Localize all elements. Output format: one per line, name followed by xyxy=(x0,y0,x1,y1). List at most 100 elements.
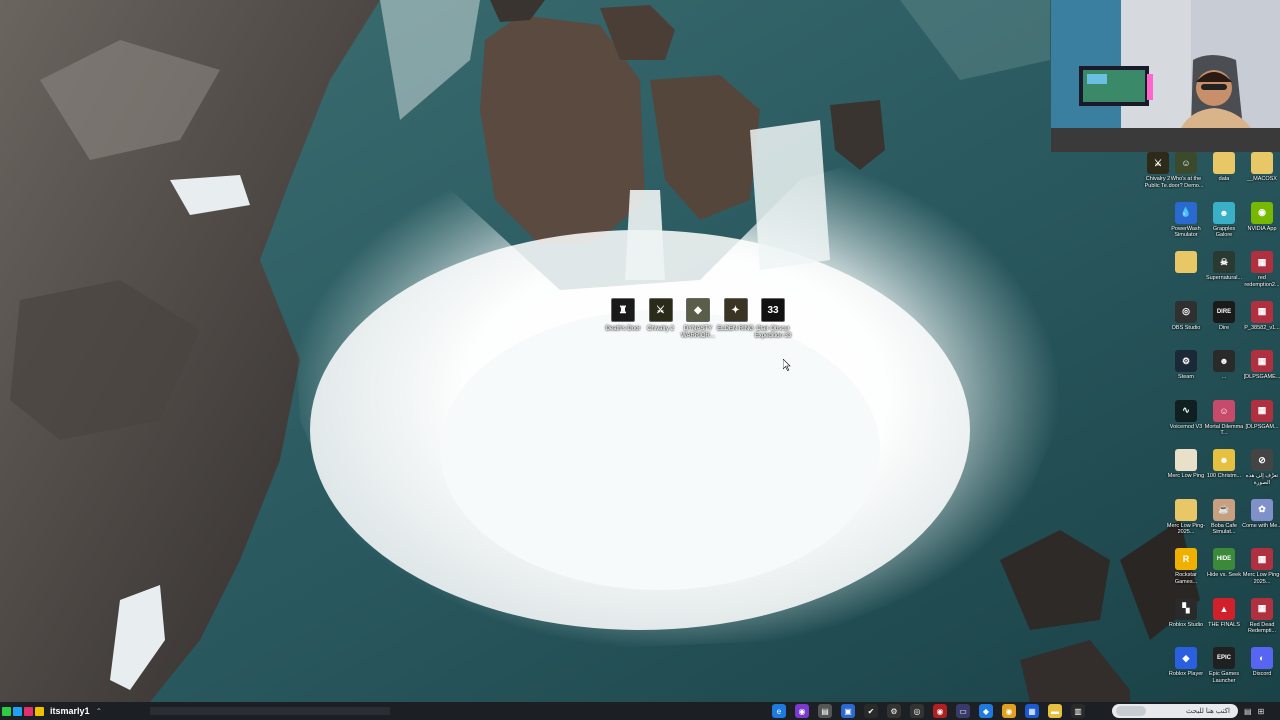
app-icon xyxy=(1213,152,1235,174)
app-icon: ▲ xyxy=(1213,597,1235,620)
desktop-icon[interactable] xyxy=(1166,251,1206,288)
app-icon: ⚔ xyxy=(648,298,673,322)
app-icon: ◎ xyxy=(1175,300,1197,323)
desktop-icon[interactable]: 💧 PowerWash Simulator xyxy=(1166,201,1206,239)
desktop-icon[interactable]: ☺ Who's at the door? Demo... xyxy=(1166,152,1206,189)
folder-icon[interactable]: ▬ xyxy=(1048,704,1062,718)
app-icon: ☻ xyxy=(1213,449,1235,471)
desktop-icon-label: DYNASTY WARRIOR... xyxy=(681,326,715,339)
desktop-icon[interactable]: ⚙ Steam xyxy=(1166,350,1206,387)
desktop-icon-label xyxy=(1166,275,1206,288)
desktop-icon[interactable]: ▦ P_38582_v1... xyxy=(1242,300,1280,338)
logo-blue-icon xyxy=(13,706,22,716)
taskbar-pinned-apps: e ◉ ▤ ▣ ✔ ⚙ ◎ ◉ ▭ ◆ ◉ ▦ ▬ ▥ xyxy=(772,704,1085,718)
desktop-icon[interactable]: DIRE Dire xyxy=(1204,300,1244,338)
app-icon: ✦ xyxy=(723,298,748,322)
desktop-icon[interactable]: 33 Clair Obscur Expedition 33 xyxy=(754,298,792,340)
app-icon-2[interactable]: ◉ xyxy=(795,704,809,718)
app-icon xyxy=(1175,498,1197,521)
desktop-icon[interactable]: EPIC Epic Games Launcher xyxy=(1204,647,1244,684)
system-tray[interactable]: ▤ ⊞ xyxy=(1244,705,1274,717)
app-icon: ⚙ xyxy=(1175,350,1197,372)
app-icon-4[interactable]: ▣ xyxy=(841,704,855,718)
app-icon: DIRE xyxy=(1213,300,1235,323)
app-icon-3[interactable]: ▤ xyxy=(818,704,832,718)
taskbar-blank-area xyxy=(150,707,390,715)
app-icon xyxy=(1175,449,1197,471)
desktop-icon-label: Boba Cafe Simulat... xyxy=(1211,522,1237,536)
desktop-icon[interactable]: ∿ Voicemod V3 xyxy=(1166,399,1206,437)
desktop-icon-label: Grapples Galore xyxy=(1212,225,1236,239)
desktop-icon[interactable]: ◎ OBS Studio xyxy=(1166,300,1206,338)
desktop-icon[interactable]: ☕ Boba Cafe Simulat... xyxy=(1204,498,1244,536)
desktop-icon[interactable]: ▦ red redemption2... xyxy=(1242,251,1280,288)
chrome-icon[interactable]: ◉ xyxy=(1002,704,1016,718)
desktop-icon-label: P_38582_v1... xyxy=(1244,324,1280,331)
desktop-icon[interactable]: ◆ Roblox Player xyxy=(1166,647,1206,684)
app-icon: ◉ xyxy=(1251,201,1273,224)
desktop-icon-label: Epic Games Launcher xyxy=(1209,671,1239,684)
desktop-icon-label: NVIDIA App xyxy=(1247,225,1277,232)
desktop-icon[interactable]: ▦ Red Dead Redempti... xyxy=(1242,597,1280,635)
app-icon: ∿ xyxy=(1175,399,1197,422)
desktop-icon[interactable]: ▚ Roblox Studio xyxy=(1166,597,1206,635)
app-icon: ▚ xyxy=(1175,597,1197,620)
desktop-icon[interactable]: Merc Low Ping-2025... xyxy=(1166,498,1206,536)
app-icon-10[interactable]: ◆ xyxy=(979,704,993,718)
streamer-overlay-tag: itsmarly1 ⌃ xyxy=(2,702,102,720)
desktop-icon[interactable]: ✦ ELDEN RING xyxy=(717,298,755,333)
desktop-icon[interactable]: ☠ Supernatural... xyxy=(1204,251,1244,288)
app-icon-9[interactable]: ▭ xyxy=(956,704,970,718)
app-icon: ☻ xyxy=(1213,350,1235,372)
desktop-icon[interactable]: ◆ DYNASTY WARRIOR... xyxy=(679,298,717,340)
desktop-icon-label: Mortal Dilemma T... xyxy=(1204,423,1244,437)
desktop-icon[interactable]: ☻ Grapples Galore xyxy=(1204,201,1244,239)
app-icon: R xyxy=(1175,548,1197,570)
app-icon-7[interactable]: ◎ xyxy=(910,704,924,718)
app-icon-12[interactable]: ▦ xyxy=(1025,704,1039,718)
app-icon: ☕ xyxy=(1213,498,1235,521)
desktop-icon[interactable]: ♜ Death's Door xyxy=(604,298,642,333)
settings-icon[interactable]: ⚙ xyxy=(887,704,901,718)
app-icon: ▦ xyxy=(1251,300,1273,323)
desktop-icon[interactable]: ▦ Merc Low Ping-2025... xyxy=(1242,548,1280,585)
desktop-icon-label: Roblox Player xyxy=(1168,671,1204,677)
notification-icon[interactable]: ▤ xyxy=(1244,707,1252,716)
desktop-icon[interactable]: ☻... xyxy=(1204,350,1244,387)
desktop-icon[interactable]: HIDE Hide vs. Seek xyxy=(1204,548,1244,585)
desktop-icon-label: red redemption2... xyxy=(1244,275,1280,288)
logo-yellow-icon xyxy=(35,706,44,716)
desktop-icon-label: ... xyxy=(1221,374,1227,380)
search-placeholder: اكتب هنا للبحث xyxy=(1185,708,1230,715)
desktop-icon[interactable]: ▲ THE FINALS xyxy=(1204,597,1244,635)
windows-start-icon[interactable]: ⊞ xyxy=(1258,707,1265,716)
desktop-icon-label: Death's Door xyxy=(605,326,641,332)
desktop-icon[interactable]: __MACOSX xyxy=(1242,152,1280,189)
app-icon: ☺ xyxy=(1175,152,1197,174)
desktop-icon[interactable]: ▦ [DLPSGAME... xyxy=(1242,350,1280,387)
app-icon: 💧 xyxy=(1175,201,1197,224)
chevron-up-icon[interactable]: ⌃ xyxy=(96,707,103,716)
desktop-icon[interactable]: ✿ Come with Me... xyxy=(1242,498,1280,536)
app-icon-5[interactable]: ✔ xyxy=(864,704,878,718)
desktop-icon-label: Discord xyxy=(1252,671,1272,677)
taskbar: itsmarly1 ⌃ e ◉ ▤ ▣ ✔ ⚙ ◎ ◉ ▭ ◆ ◉ ▦ ▬ ▥ اكتب هنا للبح… xyxy=(0,702,1280,720)
desktop-icon[interactable]: Merc Low Ping xyxy=(1166,449,1206,486)
desktop-icon-label: Steam xyxy=(1178,374,1194,380)
edge-icon[interactable]: e xyxy=(772,704,786,718)
desktop-icon[interactable]: ⊘ تعرّف إلى هذه الصورة xyxy=(1242,449,1280,486)
desktop-icon[interactable]: R Rockstar Games... xyxy=(1166,548,1206,585)
app-icon: ◐ xyxy=(1251,647,1273,669)
streamer-name: itsmarly1 xyxy=(50,706,90,716)
app-icon-8[interactable]: ◉ xyxy=(933,704,947,718)
desktop-icon[interactable]: ☺ Mortal Dilemma T... xyxy=(1204,399,1244,437)
desktop-icon[interactable]: data xyxy=(1204,152,1244,189)
desktop-icon-label: Roblox Studio xyxy=(1168,621,1204,628)
search-box[interactable]: اكتب هنا للبحث xyxy=(1112,704,1238,718)
desktop-icon[interactable]: ◉ NVIDIA App xyxy=(1242,201,1280,239)
desktop-icon[interactable]: ☻ 100 Christm... xyxy=(1204,449,1244,486)
desktop-icon[interactable]: ◐ Discord xyxy=(1242,647,1280,684)
desktop-icon[interactable]: ▦ [DLPSGAM... xyxy=(1242,399,1280,437)
desktop-icon[interactable]: ⚔ Chivalry 2 xyxy=(642,298,680,333)
app-icon-14[interactable]: ▥ xyxy=(1071,704,1085,718)
